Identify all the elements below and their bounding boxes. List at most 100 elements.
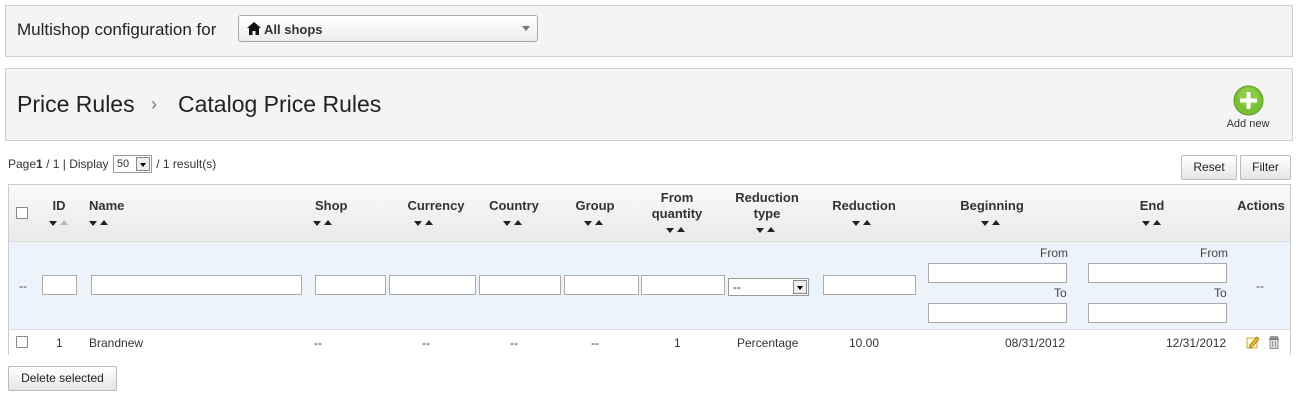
sort-id[interactable]: [45, 219, 73, 227]
pagination: Page1 / 1 | Display 50 / 1 result(s): [8, 155, 217, 173]
total-pages: / 1: [46, 157, 60, 172]
column-header-shop[interactable]: Shop: [315, 198, 348, 214]
table-row[interactable]: 1 Brandnew -- -- -- -- 1 Percentage 10.0…: [9, 330, 1290, 355]
header-line: type: [753, 206, 781, 221]
header-line: From: [660, 190, 694, 205]
filter-reduction-input[interactable]: [823, 275, 916, 295]
sort-desc-icon[interactable]: [666, 228, 674, 233]
delete-selected-button[interactable]: Delete selected: [8, 366, 117, 391]
sort-reduction-type[interactable]: [752, 226, 780, 234]
cell-reduction-type: Percentage: [737, 336, 799, 350]
sort-desc-icon[interactable]: [414, 221, 422, 226]
reset-button[interactable]: Reset: [1181, 155, 1237, 180]
filter-beginning-from-input[interactable]: [928, 263, 1067, 283]
sort-asc-icon[interactable]: [677, 227, 685, 232]
column-header-end[interactable]: End: [1089, 198, 1215, 214]
sort-asc-icon[interactable]: [595, 220, 603, 225]
sort-asc-icon[interactable]: [100, 220, 108, 225]
sort-beginning[interactable]: [977, 219, 1005, 227]
add-new-label: Add new: [1226, 118, 1270, 130]
add-new-button[interactable]: Add new: [1220, 85, 1276, 130]
column-header-reduction-type[interactable]: Reduction type: [727, 190, 807, 222]
filter-id-input[interactable]: [42, 275, 77, 295]
cell-end: 12/31/2012: [1166, 336, 1227, 350]
filter-actions-dash: --: [1256, 279, 1264, 293]
column-header-currency[interactable]: Currency: [389, 198, 483, 214]
sort-asc-icon[interactable]: [324, 220, 332, 225]
row-checkbox[interactable]: [16, 336, 28, 348]
result-count: / 1 result(s): [156, 157, 217, 172]
beginning-from-label: From: [1040, 246, 1068, 260]
sort-asc-icon[interactable]: [60, 220, 68, 225]
select-all-checkbox[interactable]: [16, 207, 28, 219]
sort-asc-icon[interactable]: [992, 220, 1000, 225]
filter-reduction-type-select[interactable]: --: [728, 278, 809, 296]
sort-currency[interactable]: [410, 219, 438, 227]
filter-country-input[interactable]: [479, 275, 561, 295]
sort-asc-icon[interactable]: [514, 220, 522, 225]
filter-button[interactable]: Filter: [1240, 155, 1291, 180]
filter-beginning-to-input[interactable]: [928, 303, 1067, 323]
sort-asc-icon[interactable]: [863, 220, 871, 225]
edit-icon[interactable]: [1246, 335, 1260, 349]
sort-asc-icon[interactable]: [767, 227, 775, 232]
sort-desc-icon[interactable]: [852, 221, 860, 226]
column-header-reduction[interactable]: Reduction: [819, 198, 909, 214]
per-page-select[interactable]: 50: [112, 155, 152, 173]
table-header: ID Name Shop Currency Country Group From…: [9, 185, 1290, 242]
filter-from-quantity-input[interactable]: [641, 275, 725, 295]
page-header: Price Rules › Catalog Price Rules Add ne…: [5, 68, 1293, 141]
cell-group: --: [591, 336, 599, 350]
sort-desc-icon[interactable]: [584, 221, 592, 226]
sort-shop[interactable]: [309, 219, 337, 227]
column-header-beginning[interactable]: Beginning: [929, 198, 1055, 214]
column-header-country[interactable]: Country: [482, 198, 546, 214]
sort-name[interactable]: [85, 219, 113, 227]
cell-id: 1: [56, 336, 63, 350]
sort-asc-icon[interactable]: [1153, 220, 1161, 225]
filter-currency-input[interactable]: [389, 275, 476, 295]
sort-desc-icon[interactable]: [503, 221, 511, 226]
sort-desc-icon[interactable]: [313, 221, 321, 226]
cell-shop: --: [314, 336, 322, 350]
chevron-down-icon: [135, 157, 150, 171]
sort-reduction[interactable]: [848, 219, 876, 227]
column-header-group[interactable]: Group: [567, 198, 623, 214]
multishop-bar: Multishop configuration for All shops: [5, 5, 1293, 57]
display-label: | Display: [62, 157, 109, 172]
column-header-name[interactable]: Name: [89, 198, 124, 214]
sort-end[interactable]: [1138, 219, 1166, 227]
price-rules-table: ID Name Shop Currency Country Group From…: [8, 184, 1291, 355]
cell-country: --: [510, 336, 518, 350]
shop-select[interactable]: All shops: [238, 15, 538, 42]
sort-desc-icon[interactable]: [89, 221, 97, 226]
sort-desc-icon[interactable]: [49, 221, 57, 226]
breadcrumb-parent[interactable]: Price Rules: [17, 91, 135, 118]
sort-desc-icon[interactable]: [756, 228, 764, 233]
delete-icon[interactable]: [1267, 335, 1281, 349]
sort-desc-icon[interactable]: [981, 221, 989, 226]
chevron-down-icon: [793, 280, 807, 294]
sort-desc-icon[interactable]: [1142, 221, 1150, 226]
header-line: quantity: [651, 206, 703, 221]
sort-asc-icon[interactable]: [425, 220, 433, 225]
per-page-value: 50: [116, 158, 130, 170]
filter-end-to-input[interactable]: [1088, 303, 1227, 323]
filter-end-from-input[interactable]: [1088, 263, 1227, 283]
column-header-id[interactable]: ID: [49, 198, 69, 214]
filter-group-input[interactable]: [564, 275, 639, 295]
add-icon: [1233, 85, 1263, 116]
filter-reduction-type-value: --: [733, 280, 741, 294]
beginning-to-label: To: [1054, 286, 1067, 300]
multishop-label: Multishop configuration for: [17, 20, 217, 39]
filter-name-input[interactable]: [91, 275, 302, 295]
sort-group[interactable]: [580, 219, 608, 227]
cell-currency: --: [422, 336, 430, 350]
filter-shop-input[interactable]: [315, 275, 386, 295]
column-header-from-quantity[interactable]: From quantity: [639, 190, 715, 222]
current-page: 1: [36, 157, 43, 172]
chevron-down-icon: [522, 26, 530, 31]
sort-country[interactable]: [499, 219, 527, 227]
sort-from-quantity[interactable]: [662, 226, 690, 234]
breadcrumb-separator-icon: ›: [151, 94, 157, 114]
